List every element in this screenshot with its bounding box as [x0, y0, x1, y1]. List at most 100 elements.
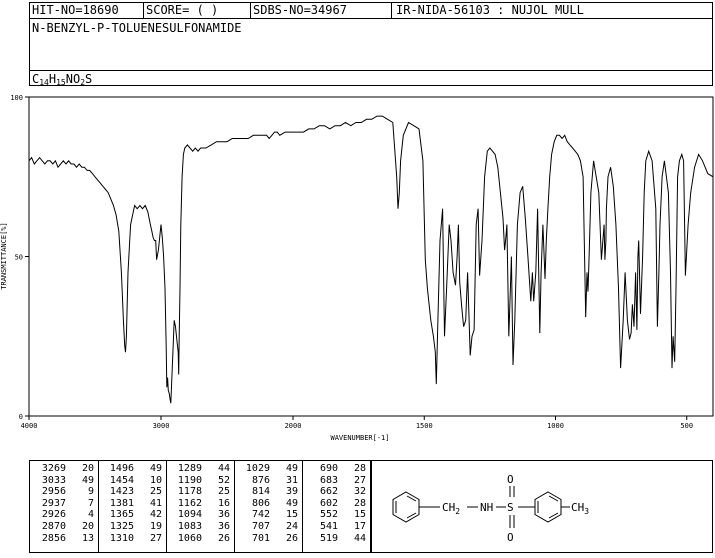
spectrum-line — [28, 115, 714, 404]
peak-wavenumber: 1310 — [109, 532, 134, 544]
peak-wavenumber: 876 — [251, 474, 270, 486]
peak-row: 1381 41 — [98, 498, 164, 510]
peak-column-separator — [302, 461, 303, 552]
peak-transmittance: 24 — [285, 520, 298, 532]
peak-wavenumber: 2926 — [41, 509, 66, 521]
peak-wavenumber: 602 — [319, 497, 338, 509]
peak-row: 2956 9 — [30, 486, 96, 498]
peak-wavenumber: 1496 — [109, 463, 134, 474]
peak-wavenumber: 1094 — [177, 509, 202, 521]
plot-frame — [28, 96, 714, 417]
peak-transmittance: 26 — [217, 532, 230, 544]
peak-wavenumber: 1423 — [109, 486, 134, 498]
peak-transmittance: 20 — [81, 520, 94, 532]
peak-transmittance: 19 — [149, 520, 162, 532]
peak-column: 1029 49 876 31 814 39 806 49 742 15 707 24 701 26 — [234, 463, 300, 544]
peak-column-separator — [234, 461, 235, 552]
peak-row: 552 15 — [302, 509, 368, 521]
peak-transmittance: 27 — [149, 532, 162, 544]
peak-wavenumber: 806 — [251, 497, 270, 509]
peak-row: 662 32 — [302, 486, 368, 498]
peak-row: 1190 52 — [166, 475, 232, 487]
peak-table: 3269 20 3033 49 2956 9 2937 7 2926 4 2870 20 2856 13 1… — [29, 460, 371, 553]
x-tick-label: 500 — [680, 422, 693, 430]
peak-transmittance: 31 — [285, 474, 298, 486]
peak-row: 1454 10 — [98, 475, 164, 487]
peak-row: 3269 20 — [30, 463, 96, 475]
peak-row: 707 24 — [234, 521, 300, 533]
peak-row: 2926 4 — [30, 509, 96, 521]
peak-wavenumber: 662 — [319, 486, 338, 498]
peak-column-separator — [166, 461, 167, 552]
x-tick-label: 2000 — [285, 422, 302, 430]
peak-row: 1162 16 — [166, 498, 232, 510]
ch2-group: CH2 — [442, 501, 460, 516]
peak-row: 1496 49 — [98, 463, 164, 475]
peak-row: 541 17 — [302, 521, 368, 533]
peak-column: 1289 44 1190 52 1178 25 1162 16 1094 36 1083 36 1060… — [166, 463, 232, 544]
peak-wavenumber: 1083 — [177, 520, 202, 532]
peak-wavenumber: 1289 — [177, 463, 202, 474]
x-tick-label: 1000 — [547, 422, 564, 430]
peak-row: 3033 49 — [30, 475, 96, 487]
peak-wavenumber: 1162 — [177, 497, 202, 509]
peak-transmittance: 36 — [217, 509, 230, 521]
x-tick-label: 4000 — [21, 422, 38, 430]
peak-row: 876 31 — [234, 475, 300, 487]
peak-transmittance: 13 — [81, 532, 94, 544]
x-tick-label: 3000 — [153, 422, 170, 430]
peak-wavenumber: 519 — [319, 532, 338, 544]
peak-row: 1423 25 — [98, 486, 164, 498]
peak-column-separator — [98, 461, 99, 552]
peak-row: 1325 19 — [98, 521, 164, 533]
peak-wavenumber: 2956 — [41, 486, 66, 498]
peak-row: 1029 49 — [234, 463, 300, 475]
structure-panel: CH2 NH S O O CH3 — [371, 460, 713, 553]
x-tick-label: 1500 — [416, 422, 433, 430]
peak-wavenumber: 2870 — [41, 520, 66, 532]
peak-transmittance: 36 — [217, 520, 230, 532]
peak-row: 742 15 — [234, 509, 300, 521]
peak-column: 1496 49 1454 10 1423 25 1381 41 1365 42 1325 19 1310… — [98, 463, 164, 544]
x-axis-label: WAVENUMBER[-1] — [330, 434, 389, 442]
peak-wavenumber: 1381 — [109, 497, 134, 509]
y-tick-label: 0 — [19, 413, 23, 421]
peak-transmittance: 49 — [149, 463, 162, 474]
peak-row: 602 28 — [302, 498, 368, 510]
peak-wavenumber: 683 — [319, 474, 338, 486]
peak-row: 683 27 — [302, 475, 368, 487]
peak-transmittance: 28 — [353, 463, 366, 474]
y-axis-label: TRANSMITTANCE[%] — [0, 222, 8, 289]
peak-wavenumber: 541 — [319, 520, 338, 532]
peak-transmittance: 49 — [81, 474, 94, 486]
peak-row: 2856 13 — [30, 533, 96, 545]
peak-row: 1094 36 — [166, 509, 232, 521]
peak-row: 2870 20 — [30, 521, 96, 533]
peak-wavenumber: 3033 — [41, 474, 66, 486]
peak-wavenumber: 1365 — [109, 509, 134, 521]
peak-transmittance: 15 — [285, 509, 298, 521]
peak-wavenumber: 1060 — [177, 532, 202, 544]
oxygen-bottom: O — [507, 531, 514, 544]
benzene-ring-left — [392, 491, 420, 523]
peak-transmittance: 7 — [87, 497, 94, 509]
peak-transmittance: 44 — [217, 463, 230, 474]
peak-transmittance: 16 — [217, 497, 230, 509]
peak-wavenumber: 814 — [251, 486, 270, 498]
peak-row: 519 44 — [302, 533, 368, 545]
peak-wavenumber: 1454 — [109, 474, 134, 486]
peak-transmittance: 27 — [353, 474, 366, 486]
peak-transmittance: 15 — [353, 509, 366, 521]
peak-transmittance: 39 — [285, 486, 298, 498]
peak-transmittance: 42 — [149, 509, 162, 521]
peak-wavenumber: 1190 — [177, 474, 202, 486]
y-tick-label: 50 — [15, 254, 23, 262]
peak-transmittance: 20 — [81, 463, 94, 474]
chemical-structure: CH2 NH S O O CH3 — [392, 473, 589, 544]
peak-row: 701 26 — [234, 533, 300, 545]
peak-wavenumber: 690 — [319, 463, 338, 474]
peak-column: 690 28 683 27 662 32 602 28 552 15 541 17 519 44 — [302, 463, 368, 544]
y-tick-label: 100 — [10, 94, 23, 102]
peak-row: 1289 44 — [166, 463, 232, 475]
peak-wavenumber: 707 — [251, 520, 270, 532]
